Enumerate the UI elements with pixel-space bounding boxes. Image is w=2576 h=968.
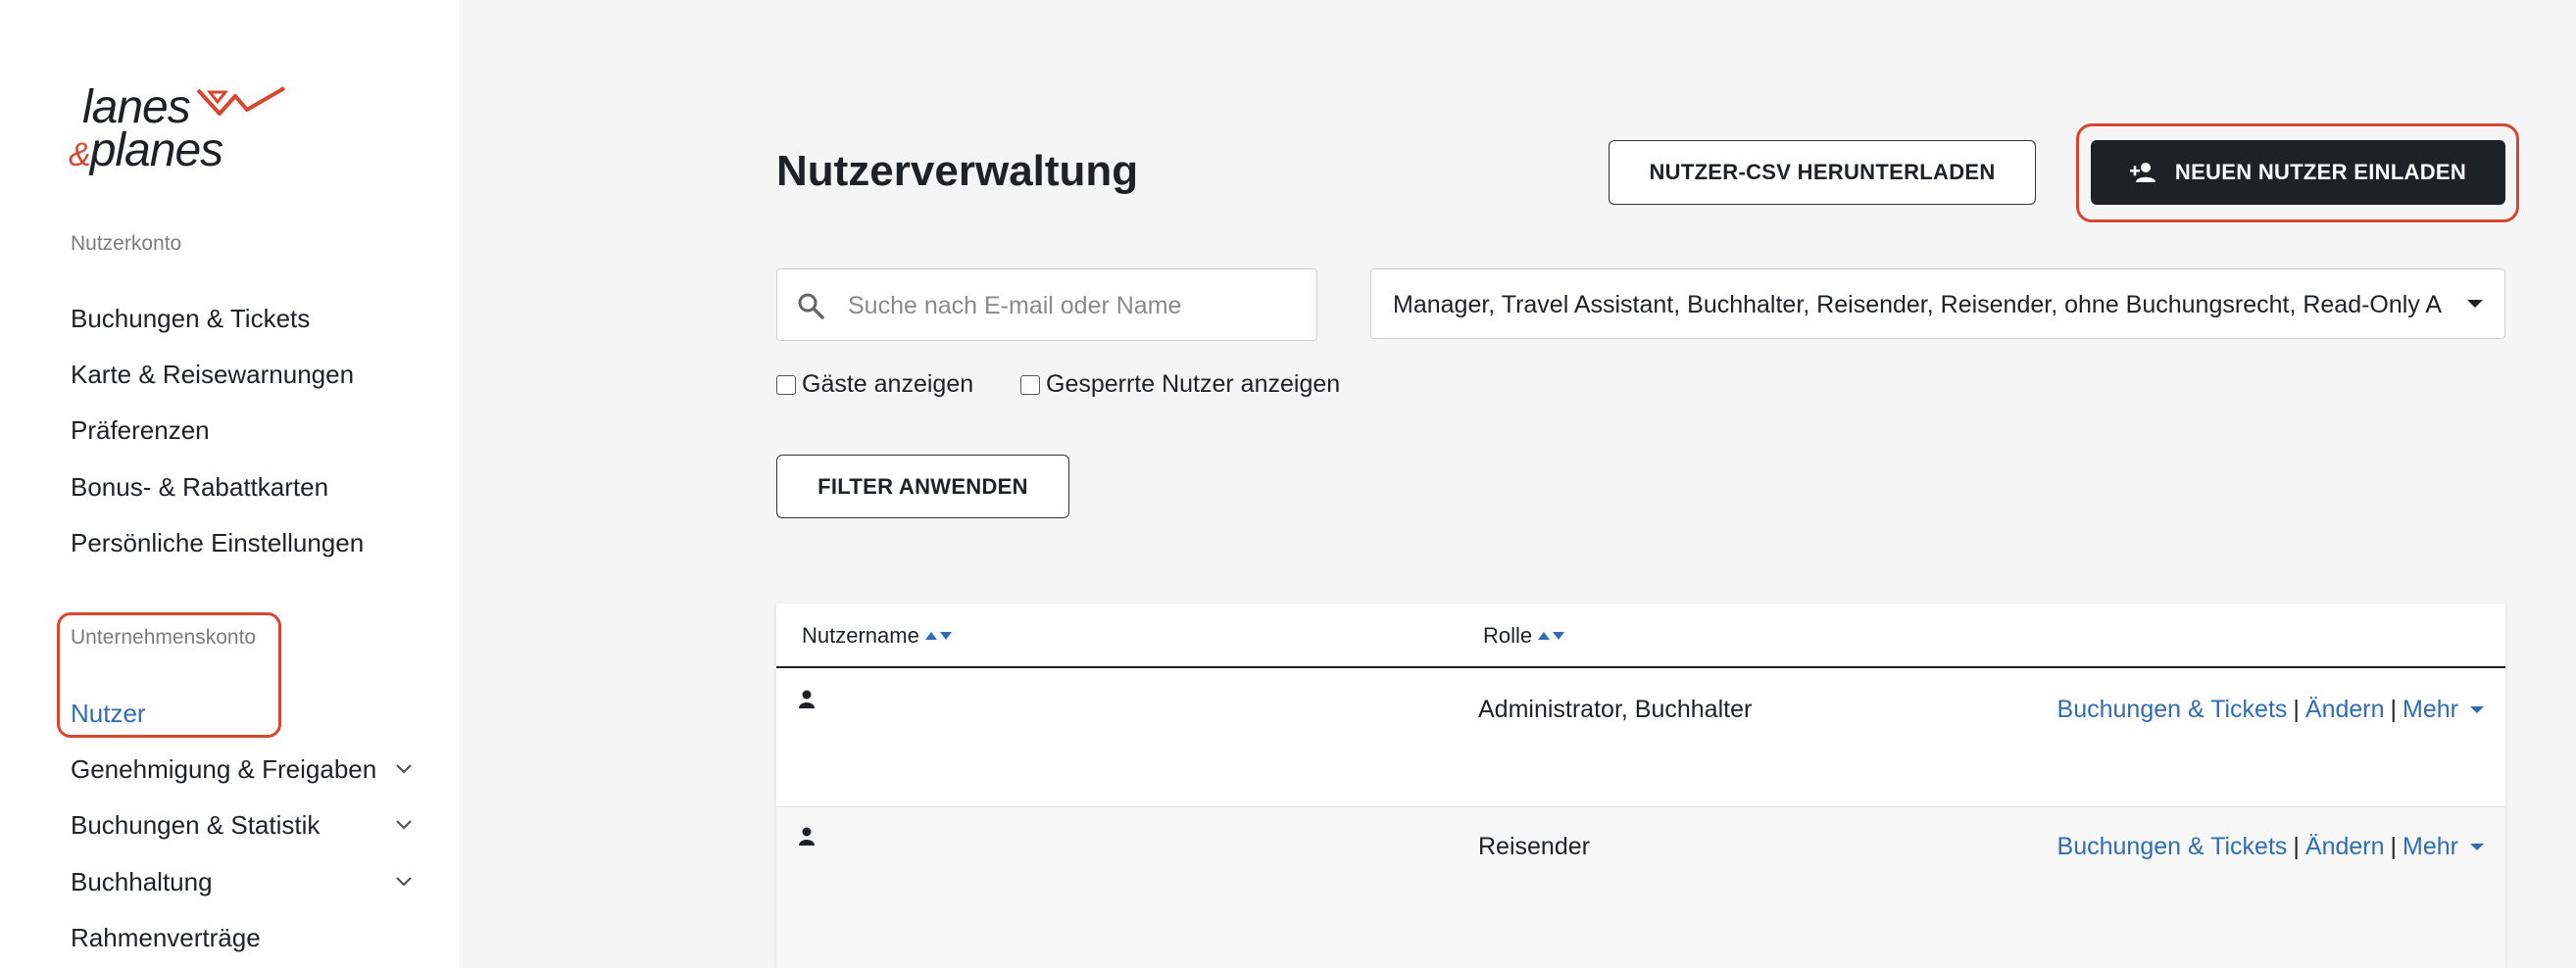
separator: | — [2293, 833, 2300, 860]
users-table: Nutzername Rolle Administrator, Buchhalt… — [776, 604, 2505, 968]
role-cell: Administrator, Buchhalter — [1478, 696, 1753, 723]
search-input[interactable] — [848, 287, 1299, 324]
sidebar: lanes &planes Nutzerkonto Buchungen & Ti… — [0, 0, 459, 968]
user-icon — [799, 827, 815, 846]
checkbox-box[interactable] — [1020, 374, 1040, 395]
show-guests-checkbox[interactable]: Gäste anzeigen — [776, 370, 973, 399]
bookings-tickets-link[interactable]: Buchungen & Tickets — [2057, 833, 2288, 861]
user-icon — [799, 690, 815, 708]
show-blocked-users-label: Gesperrte Nutzer anzeigen — [1046, 370, 1341, 398]
sidebar-item-accounting[interactable]: Buchhaltung — [71, 867, 213, 897]
sidebar-item-map-warnings[interactable]: Karte & Reisewarnungen — [71, 360, 354, 390]
bookings-tickets-link[interactable]: Buchungen & Tickets — [2057, 696, 2288, 724]
sidebar-item-framework-contracts[interactable]: Rahmenverträge — [71, 923, 261, 953]
row-actions: Buchungen & Tickets | Ändern | Mehr — [2057, 696, 2484, 724]
logo-text-planes: &planes — [69, 124, 223, 176]
role-filter-select[interactable]: Manager, Travel Assistant, Buchhalter, R… — [1370, 268, 2505, 339]
apply-filter-button[interactable]: FILTER ANWENDEN — [776, 455, 1069, 518]
caret-down-icon — [2467, 300, 2483, 308]
highlight-box-company-users — [57, 612, 281, 738]
column-header-role[interactable]: Rolle — [1483, 623, 1567, 649]
table-row: Administrator, Buchhalter Buchungen & Ti… — [776, 670, 2505, 807]
chevron-down-icon[interactable] — [392, 757, 416, 781]
sidebar-item-personal-settings[interactable]: Persönliche Einstellungen — [71, 528, 364, 558]
logo-plane-icon — [196, 86, 286, 116]
table-header: Nutzername Rolle — [776, 604, 2505, 668]
page-title: Nutzerverwaltung — [776, 147, 1139, 195]
edit-link[interactable]: Ändern — [2305, 696, 2385, 724]
search-icon — [798, 293, 824, 319]
brand-logo[interactable]: lanes &planes — [69, 80, 294, 178]
separator: | — [2293, 696, 2300, 723]
edit-link[interactable]: Ändern — [2305, 833, 2385, 861]
caret-down-icon[interactable] — [2470, 706, 2484, 713]
sidebar-item-approvals[interactable]: Genehmigung & Freigaben — [71, 754, 376, 785]
highlight-box-invite-button — [2076, 123, 2519, 222]
role-cell: Reisender — [1478, 833, 1590, 860]
sidebar-item-preferences[interactable]: Präferenzen — [71, 415, 210, 446]
sort-icon[interactable] — [924, 632, 955, 640]
sidebar-item-bookings-tickets[interactable]: Buchungen & Tickets — [71, 304, 310, 334]
section-label-account: Nutzerkonto — [71, 232, 182, 255]
show-blocked-users-checkbox[interactable]: Gesperrte Nutzer anzeigen — [1020, 370, 1340, 399]
show-guests-label: Gäste anzeigen — [802, 370, 974, 398]
more-link[interactable]: Mehr — [2403, 833, 2458, 861]
checkbox-box[interactable] — [776, 374, 796, 395]
separator: | — [2390, 696, 2398, 723]
column-header-username[interactable]: Nutzername — [802, 623, 955, 649]
chevron-down-icon[interactable] — [392, 813, 416, 837]
table-row: Reisender Buchungen & Tickets | Ändern |… — [776, 807, 2505, 968]
search-box[interactable] — [776, 268, 1317, 341]
caret-down-icon[interactable] — [2470, 844, 2484, 850]
sort-icon[interactable] — [1538, 632, 1567, 640]
row-actions: Buchungen & Tickets | Ändern | Mehr — [2057, 833, 2484, 861]
more-link[interactable]: Mehr — [2403, 696, 2458, 724]
download-csv-button[interactable]: NUTZER-CSV HERUNTERLADEN — [1609, 140, 2036, 205]
chevron-down-icon[interactable] — [392, 870, 416, 894]
role-filter-value: Manager, Travel Assistant, Buchhalter, R… — [1393, 291, 2443, 318]
sidebar-item-bookings-statistics[interactable]: Buchungen & Statistik — [71, 810, 320, 841]
sidebar-item-bonus-cards[interactable]: Bonus- & Rabattkarten — [71, 472, 328, 503]
separator: | — [2390, 833, 2398, 860]
